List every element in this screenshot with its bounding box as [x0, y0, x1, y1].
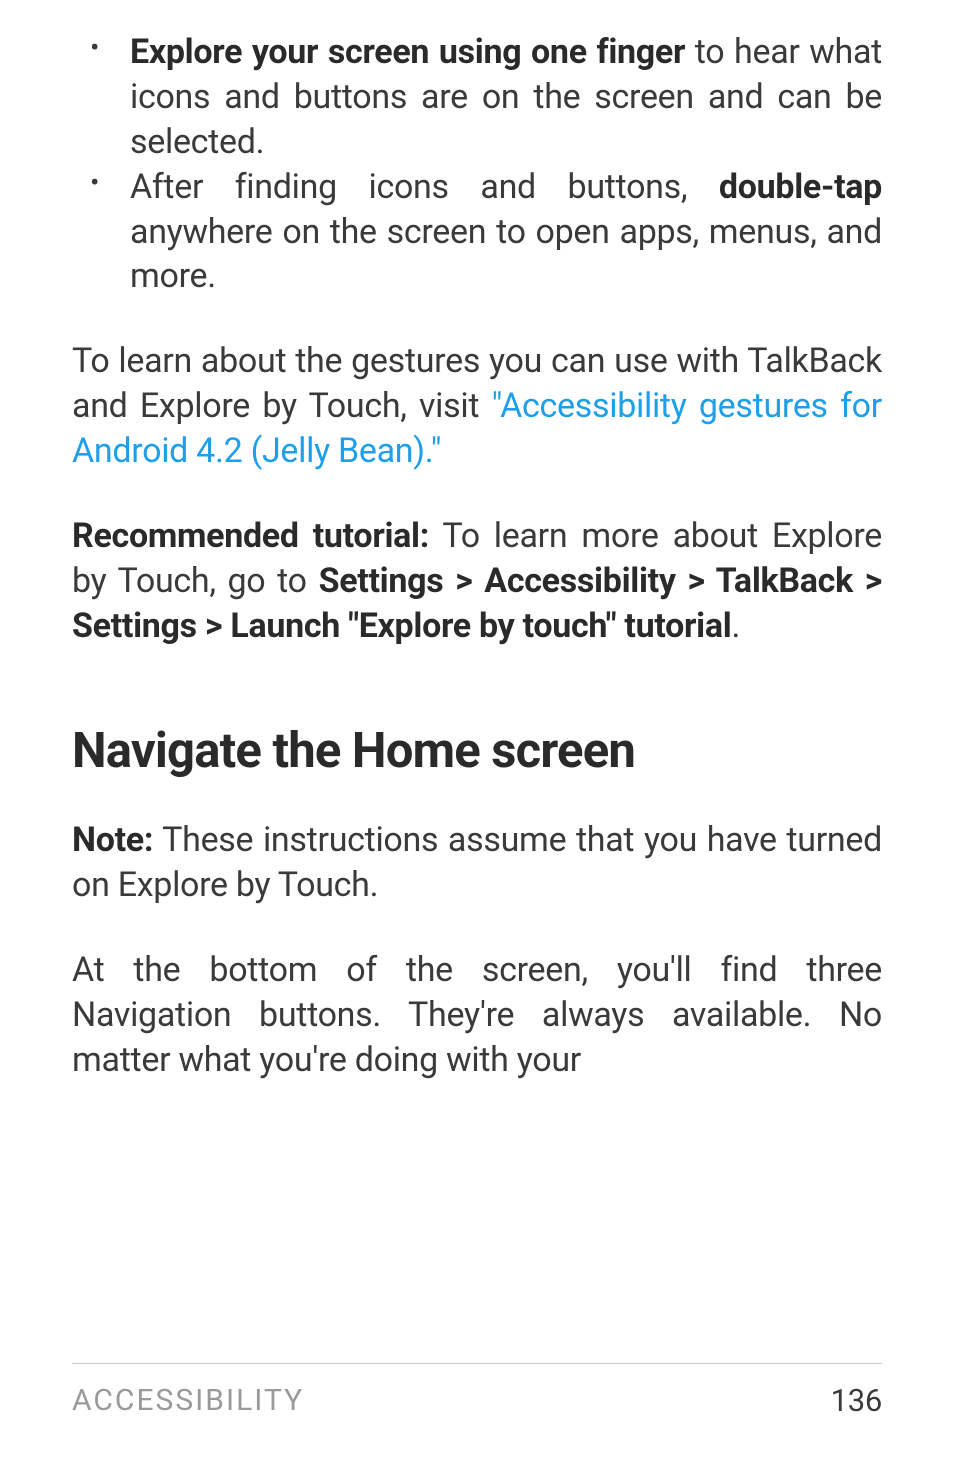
paragraph-gestures: To learn about the gestures you can use …: [72, 339, 882, 474]
footer-section-label: ACCESSIBILITY: [72, 1383, 304, 1418]
footer-page-number: 136: [831, 1382, 882, 1419]
para3-bold: Note:: [72, 820, 153, 860]
paragraph-tutorial: Recommended tutorial: To learn more abou…: [72, 514, 882, 649]
bullet-list: Explore your screen using one finger to …: [72, 30, 882, 299]
paragraph-note: Note: These instructions assume that you…: [72, 818, 882, 908]
para2-text-b: .: [731, 606, 740, 646]
bullet-2-text-b: anywhere on the screen to open apps, men…: [130, 212, 882, 297]
bullet-item-2: After finding icons and buttons, double-…: [90, 165, 882, 300]
para2-bold-a: Recommended tutorial:: [72, 516, 429, 556]
bullet-item-1: Explore your screen using one finger to …: [90, 30, 882, 165]
page-content: Explore your screen using one finger to …: [72, 30, 882, 1083]
para4-text: At the bottom of the screen, you'll find…: [72, 950, 882, 1080]
page-footer: ACCESSIBILITY 136: [72, 1363, 882, 1419]
bullet-1-bold: Explore your screen using one finger: [130, 32, 685, 72]
paragraph-navigation: At the bottom of the screen, you'll find…: [72, 948, 882, 1083]
section-heading: Navigate the Home screen: [72, 719, 882, 784]
bullet-2-bold: double-tap: [719, 167, 882, 207]
para3-text: These instructions assume that you have …: [72, 820, 882, 905]
bullet-2-text-a: After finding icons and buttons,: [130, 167, 719, 207]
